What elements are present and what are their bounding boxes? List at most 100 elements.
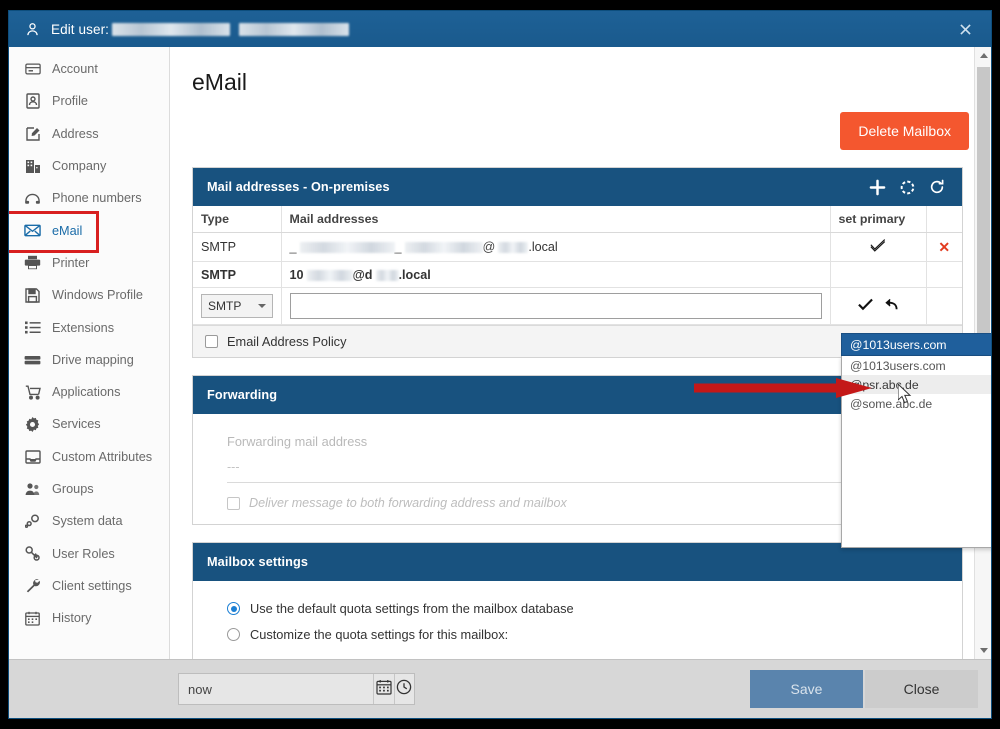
email-address-policy-checkbox[interactable]	[205, 335, 218, 348]
time-picker-button[interactable]	[393, 674, 415, 704]
address-input[interactable]	[289, 293, 822, 319]
quota-option-label: Customize the quota settings for this ma…	[250, 627, 509, 642]
mail-addresses-panel-header: Mail addresses - On-premises	[193, 168, 962, 206]
cell-type: SMTP	[193, 232, 282, 262]
sidebar-item-account[interactable]: Account	[9, 53, 169, 85]
bottom-action-bar: Save Close	[9, 659, 991, 718]
table-row[interactable]: SMTP 10 @d .local	[193, 261, 962, 288]
address-edit-icon	[23, 125, 42, 142]
delete-mailbox-row: Delete Mailbox	[170, 112, 991, 150]
save-button[interactable]: Save	[750, 670, 863, 708]
cell-delete	[926, 261, 962, 288]
cell-set-primary	[830, 261, 927, 288]
scroll-up-button[interactable]	[975, 47, 991, 64]
sync-icon[interactable]	[894, 174, 920, 200]
cell-confirm-actions[interactable]	[830, 287, 927, 325]
window-titlebar: Edit user:	[9, 11, 991, 47]
sidebar-item-label: Extensions	[52, 320, 115, 335]
address-middle: @d	[352, 267, 373, 282]
calendar-picker-button[interactable]	[373, 674, 394, 704]
date-input[interactable]	[179, 674, 373, 704]
list-icon	[23, 319, 42, 336]
sidebar-item-history[interactable]: History	[9, 602, 169, 634]
sidebar-item-label: Custom Attributes	[52, 449, 153, 464]
sidebar-item-label: Client settings	[52, 578, 132, 593]
delete-row-icon[interactable]: ✕	[938, 239, 950, 255]
cell-set-primary[interactable]	[830, 232, 927, 262]
sidebar-item-system-data[interactable]: System data	[9, 505, 169, 537]
undo-arrow-icon[interactable]	[883, 298, 898, 315]
scroll-down-button[interactable]	[975, 642, 991, 659]
sidebar-item-drive-mapping[interactable]: Drive mapping	[9, 344, 169, 376]
groups-icon	[23, 481, 42, 498]
mailbox-settings-panel-header: Mailbox settings	[193, 543, 962, 581]
sidebar-item-label: Services	[52, 417, 101, 432]
type-select[interactable]: SMTP	[201, 294, 273, 318]
sidebar-item-user-roles[interactable]: User Roles	[9, 537, 169, 569]
deliver-both-checkbox[interactable]	[227, 496, 240, 510]
sidebar: Account Profile Address Company Phone nu…	[9, 47, 170, 659]
table-row[interactable]: SMTP _ _ @ .local ✕	[193, 232, 962, 262]
type-select-value: SMTP	[208, 299, 242, 313]
sidebar-item-phone-numbers[interactable]: Phone numbers	[9, 182, 169, 214]
sidebar-item-label: User Roles	[52, 546, 115, 561]
sidebar-item-email[interactable]: eMail	[9, 211, 169, 254]
sidebar-item-applications[interactable]: Applications	[9, 376, 169, 408]
domain-dropdown-value: @1013users.com	[850, 337, 947, 352]
window-close-icon[interactable]	[957, 21, 973, 37]
check-outline-icon[interactable]	[870, 239, 886, 256]
dropdown-option[interactable]: @some.abc.de	[842, 394, 991, 413]
sidebar-item-address[interactable]: Address	[9, 118, 169, 150]
domain-dropdown-list[interactable]: @1013users.com @psr.abc.de @some.abc.de	[841, 356, 991, 548]
address-prefix: 10	[289, 267, 304, 282]
mailbox-settings-panel-title: Mailbox settings	[207, 555, 308, 569]
dropdown-option[interactable]: @1013users.com	[842, 356, 991, 375]
redacted-address: _ _ @ .local	[289, 240, 558, 254]
email-address-policy-label: Email Address Policy	[227, 334, 347, 349]
sidebar-item-printer[interactable]: Printer	[9, 247, 169, 279]
redacted-username-1	[112, 23, 231, 37]
sidebar-item-services[interactable]: Services	[9, 408, 169, 440]
address-suffix: .local	[528, 240, 558, 254]
window-title: Edit user:	[51, 22, 350, 37]
scroll-content: eMail Delete Mailbox Mail addresses - On…	[170, 47, 991, 659]
dropdown-option[interactable]: @psr.abc.de	[842, 375, 991, 394]
page-title: eMail	[192, 69, 247, 95]
sidebar-item-label: Applications	[52, 385, 121, 400]
sidebar-item-client-settings[interactable]: Client settings	[9, 570, 169, 602]
add-icon[interactable]	[864, 174, 890, 200]
delete-mailbox-button[interactable]: Delete Mailbox	[840, 112, 969, 150]
refresh-icon[interactable]	[924, 174, 950, 200]
sidebar-item-label: Groups	[52, 482, 94, 496]
cell-delete[interactable]: ✕	[926, 232, 962, 262]
confirm-check-icon[interactable]	[858, 298, 877, 315]
redacted-username-2	[239, 23, 350, 37]
radio-default-quota[interactable]	[227, 602, 240, 615]
sidebar-item-label: eMail	[52, 223, 83, 238]
cell-type-select[interactable]: SMTP	[193, 287, 282, 325]
quota-option-default[interactable]: Use the default quota settings from the …	[227, 601, 940, 616]
close-button[interactable]: Close	[865, 670, 978, 708]
sidebar-item-extensions[interactable]: Extensions	[9, 311, 169, 343]
sidebar-item-windows-profile[interactable]: Windows Profile	[9, 279, 169, 311]
quota-option-custom[interactable]: Customize the quota settings for this ma…	[227, 627, 940, 642]
domain-dropdown-trigger[interactable]: @1013users.com	[841, 333, 991, 356]
radio-custom-quota[interactable]	[227, 628, 240, 641]
mail-addresses-panel: Mail addresses - On-premises Type Mail a…	[192, 167, 963, 358]
sidebar-item-company[interactable]: Company	[9, 150, 169, 182]
date-time-group[interactable]	[178, 673, 415, 705]
sidebar-item-groups[interactable]: Groups	[9, 473, 169, 505]
domain-dropdown[interactable]: @1013users.com @1013users.com @psr.abc.d…	[841, 333, 991, 548]
forwarding-panel-title: Forwarding	[207, 388, 278, 402]
mailbox-settings-panel: Mailbox settings Use the default quota s…	[192, 542, 963, 659]
sidebar-item-custom-attributes[interactable]: Custom Attributes	[9, 441, 169, 473]
sidebar-item-label: Windows Profile	[52, 288, 143, 303]
screenshot-root: Edit user: Account Profile Address Compa…	[0, 0, 1000, 729]
mailbox-settings-panel-body: Use the default quota settings from the …	[193, 581, 962, 659]
table-row-edit[interactable]: SMTP	[193, 287, 962, 325]
cell-address-input[interactable]	[281, 287, 831, 325]
deliver-both-row[interactable]: Deliver message to both forwarding addre…	[227, 496, 940, 510]
cart-icon	[23, 384, 42, 401]
sidebar-item-profile[interactable]: Profile	[9, 85, 169, 117]
cell-address: _ _ @ .local	[281, 232, 831, 262]
